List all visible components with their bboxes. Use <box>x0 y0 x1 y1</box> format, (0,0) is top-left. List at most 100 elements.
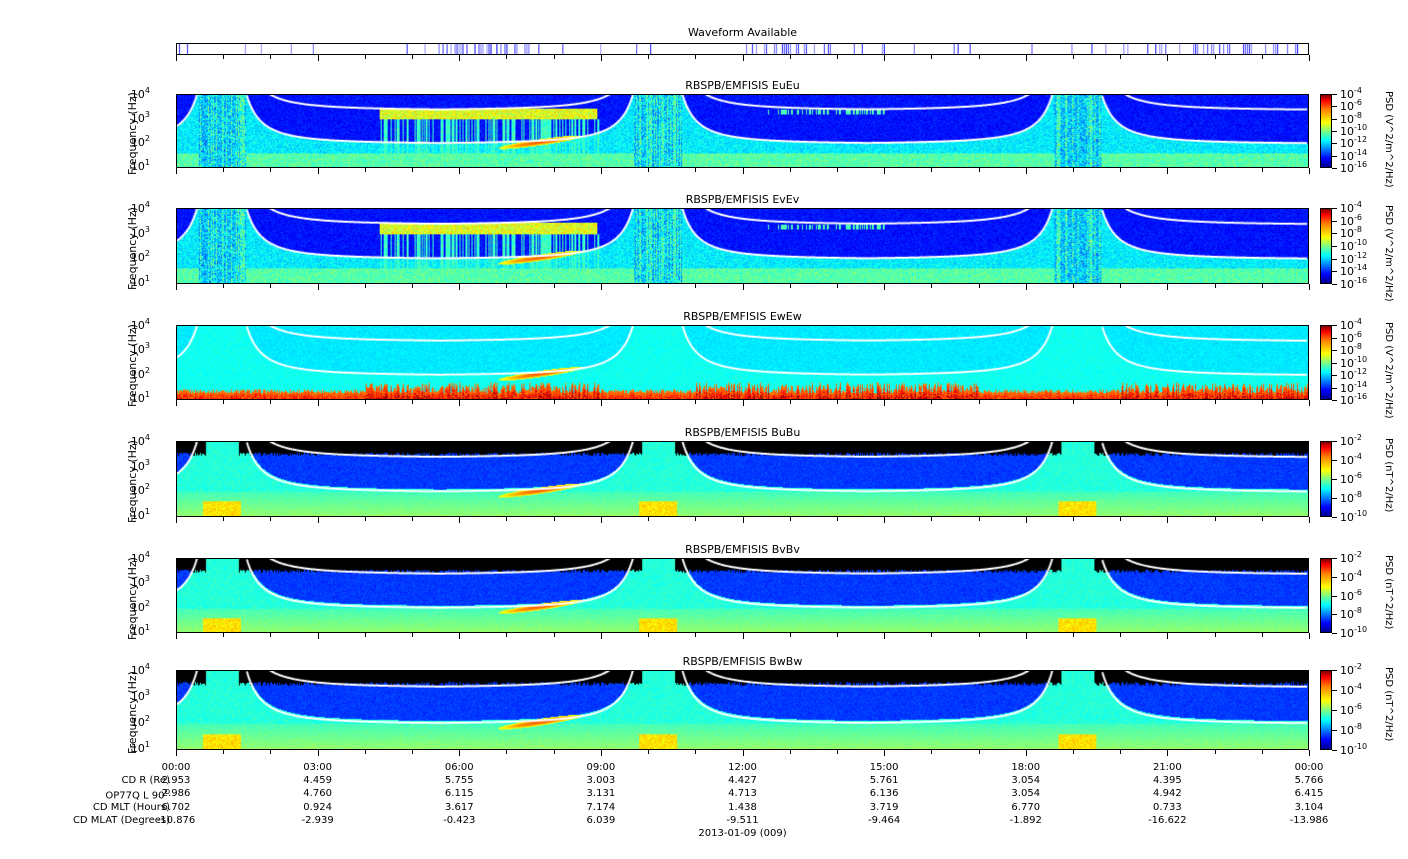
spectrogram-panel <box>176 94 1309 168</box>
x-tick-mark <box>1262 750 1263 754</box>
x-tick-mark <box>365 633 366 637</box>
x-tick-mark <box>270 284 271 288</box>
colorbar-tick <box>1332 350 1337 351</box>
x-tick-mark <box>931 517 932 521</box>
ephemeris-value: -16.622 <box>1148 814 1187 826</box>
ephemeris-value: -9.511 <box>726 814 759 826</box>
y-tick-label: 103 <box>110 110 150 125</box>
x-tick-mark <box>790 400 791 404</box>
x-tick-mark <box>1120 168 1121 172</box>
x-tick-mark <box>412 633 413 637</box>
x-tick-mark <box>554 517 555 521</box>
ephemeris-value: 4.459 <box>303 775 332 786</box>
x-tick-mark <box>1309 750 1310 756</box>
x-tick-mark <box>1167 633 1168 639</box>
colorbar-tick <box>1332 271 1337 272</box>
colorbar-tick-label: 10-2 <box>1340 550 1362 565</box>
x-tick-mark <box>459 750 460 756</box>
colorbar-tick <box>1332 208 1337 209</box>
tick-base: 10 <box>130 136 145 149</box>
colorbar-tick <box>1332 156 1337 157</box>
x-tick-mark <box>554 284 555 288</box>
y-tick-label: 102 <box>110 599 150 614</box>
colorbar-tick <box>1332 577 1337 578</box>
colorbar <box>1320 441 1332 517</box>
tick-exponent: -4 <box>1354 86 1362 95</box>
x-tick-mark <box>506 517 507 521</box>
tick-exponent: -16 <box>1354 276 1368 285</box>
x-tick-label: 21:00 <box>1152 762 1182 773</box>
tick-exponent: 3 <box>144 574 150 584</box>
y-tick-label: 102 <box>110 249 150 264</box>
x-tick-mark <box>1215 633 1216 637</box>
x-tick-mark <box>1120 750 1121 754</box>
x-tick-mark <box>695 284 696 288</box>
y-tick-label: 101 <box>110 274 150 289</box>
ephemeris-value: 6.415 <box>1294 788 1324 800</box>
x-tick-mark <box>223 284 224 288</box>
x-tick-mark <box>601 55 602 61</box>
tick-base: 10 <box>130 484 145 498</box>
x-tick-mark <box>1215 750 1216 754</box>
x-tick-mark <box>506 633 507 637</box>
tick-exponent: 4 <box>144 317 150 326</box>
tick-exponent: -8 <box>1354 606 1362 616</box>
x-tick-mark <box>459 168 460 174</box>
x-tick-mark <box>365 168 366 172</box>
tick-exponent: 4 <box>144 433 150 442</box>
x-tick-mark <box>790 633 791 637</box>
tick-base: 10 <box>1340 724 1354 737</box>
x-tick-mark <box>743 284 744 290</box>
x-tick-mark <box>601 750 602 756</box>
x-tick-mark <box>1262 55 1263 59</box>
colorbar-tick-label: 10-4 <box>1340 452 1362 467</box>
tick-exponent: -10 <box>1354 123 1368 132</box>
y-tick-label: 104 <box>110 317 150 332</box>
x-tick-mark <box>1215 168 1216 172</box>
y-tick-label: 103 <box>110 574 150 589</box>
colorbar-tick-label: 10-10 <box>1340 509 1367 524</box>
x-tick-mark <box>1167 400 1168 406</box>
x-tick-mark <box>506 168 507 172</box>
tick-exponent: 3 <box>144 688 150 697</box>
waveform-title: Waveform Available <box>687 26 798 39</box>
x-tick-label: 18:00 <box>1011 762 1041 773</box>
x-tick-mark <box>695 55 696 59</box>
spectrogram-image <box>177 326 1308 399</box>
ephemeris-value: 3.131 <box>586 788 616 800</box>
colorbar-tick-label: 10-2 <box>1340 662 1362 677</box>
x-tick-mark <box>1073 168 1074 172</box>
colorbar-tick <box>1332 168 1337 169</box>
x-tick-mark <box>601 400 602 406</box>
x-tick-mark <box>979 284 980 288</box>
x-tick-mark <box>365 750 366 754</box>
colorbar-label: PSD (nT^2/Hz) <box>1383 438 1394 513</box>
colorbar-tick <box>1332 460 1337 461</box>
tick-exponent: 2 <box>144 249 150 259</box>
x-tick-mark <box>318 750 319 756</box>
colorbar-tick <box>1332 119 1337 120</box>
tick-exponent: -14 <box>1354 147 1368 157</box>
x-tick-mark <box>1026 55 1027 61</box>
tick-exponent: 1 <box>144 507 150 516</box>
x-tick-mark <box>412 284 413 288</box>
ephemeris-value: 3.617 <box>444 801 474 813</box>
x-tick-mark <box>176 517 177 523</box>
spectrogram-image <box>177 559 1308 632</box>
y-tick-label: 103 <box>110 688 150 703</box>
colorbar <box>1320 208 1332 284</box>
x-tick-label: 00:00 <box>161 762 191 773</box>
ephemeris-value: 0.733 <box>1153 801 1182 813</box>
tick-base: 10 <box>130 576 145 590</box>
x-tick-mark <box>1262 168 1263 172</box>
x-tick-mark <box>318 517 319 523</box>
ephemeris-value: 4.427 <box>728 775 757 786</box>
ephemeris-value: -9.464 <box>868 814 901 826</box>
x-tick-mark <box>1120 55 1121 59</box>
x-tick-mark <box>1309 168 1310 174</box>
x-tick-mark <box>1215 517 1216 521</box>
x-tick-mark <box>412 750 413 754</box>
x-tick-mark <box>412 400 413 404</box>
tick-exponent: -12 <box>1354 367 1368 376</box>
x-tick-mark <box>790 517 791 521</box>
